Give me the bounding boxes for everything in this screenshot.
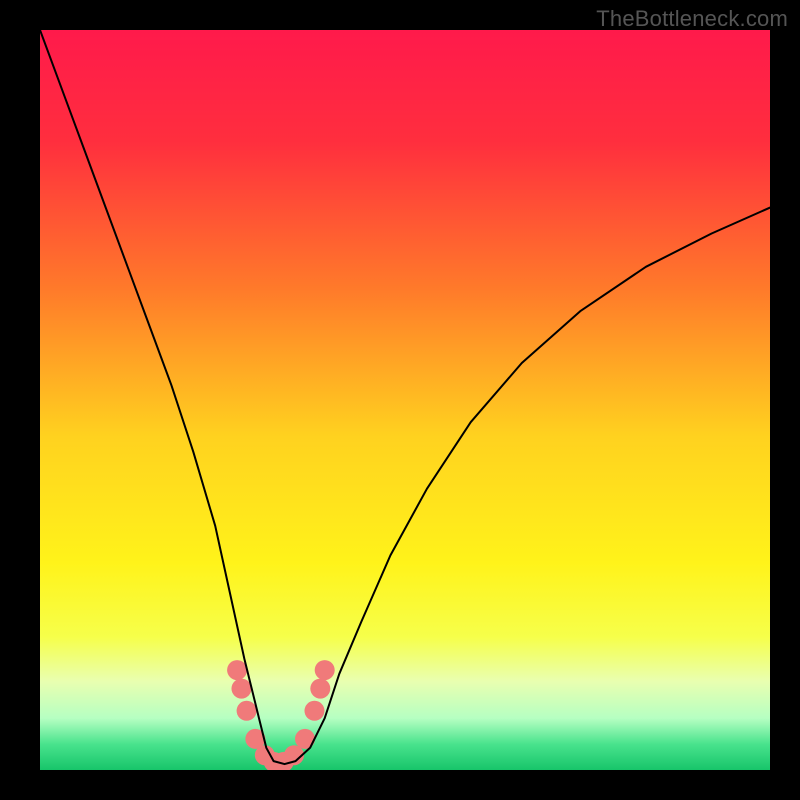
marker-dot (237, 701, 257, 721)
marker-dot (231, 679, 251, 699)
gradient-background (40, 30, 770, 770)
plot-area (40, 30, 770, 770)
marker-dot (304, 701, 324, 721)
chart-frame: TheBottleneck.com (0, 0, 800, 800)
marker-dot (227, 660, 247, 680)
watermark-text: TheBottleneck.com (596, 6, 788, 32)
chart-svg (40, 30, 770, 770)
marker-dot (310, 679, 330, 699)
marker-dot (315, 660, 335, 680)
